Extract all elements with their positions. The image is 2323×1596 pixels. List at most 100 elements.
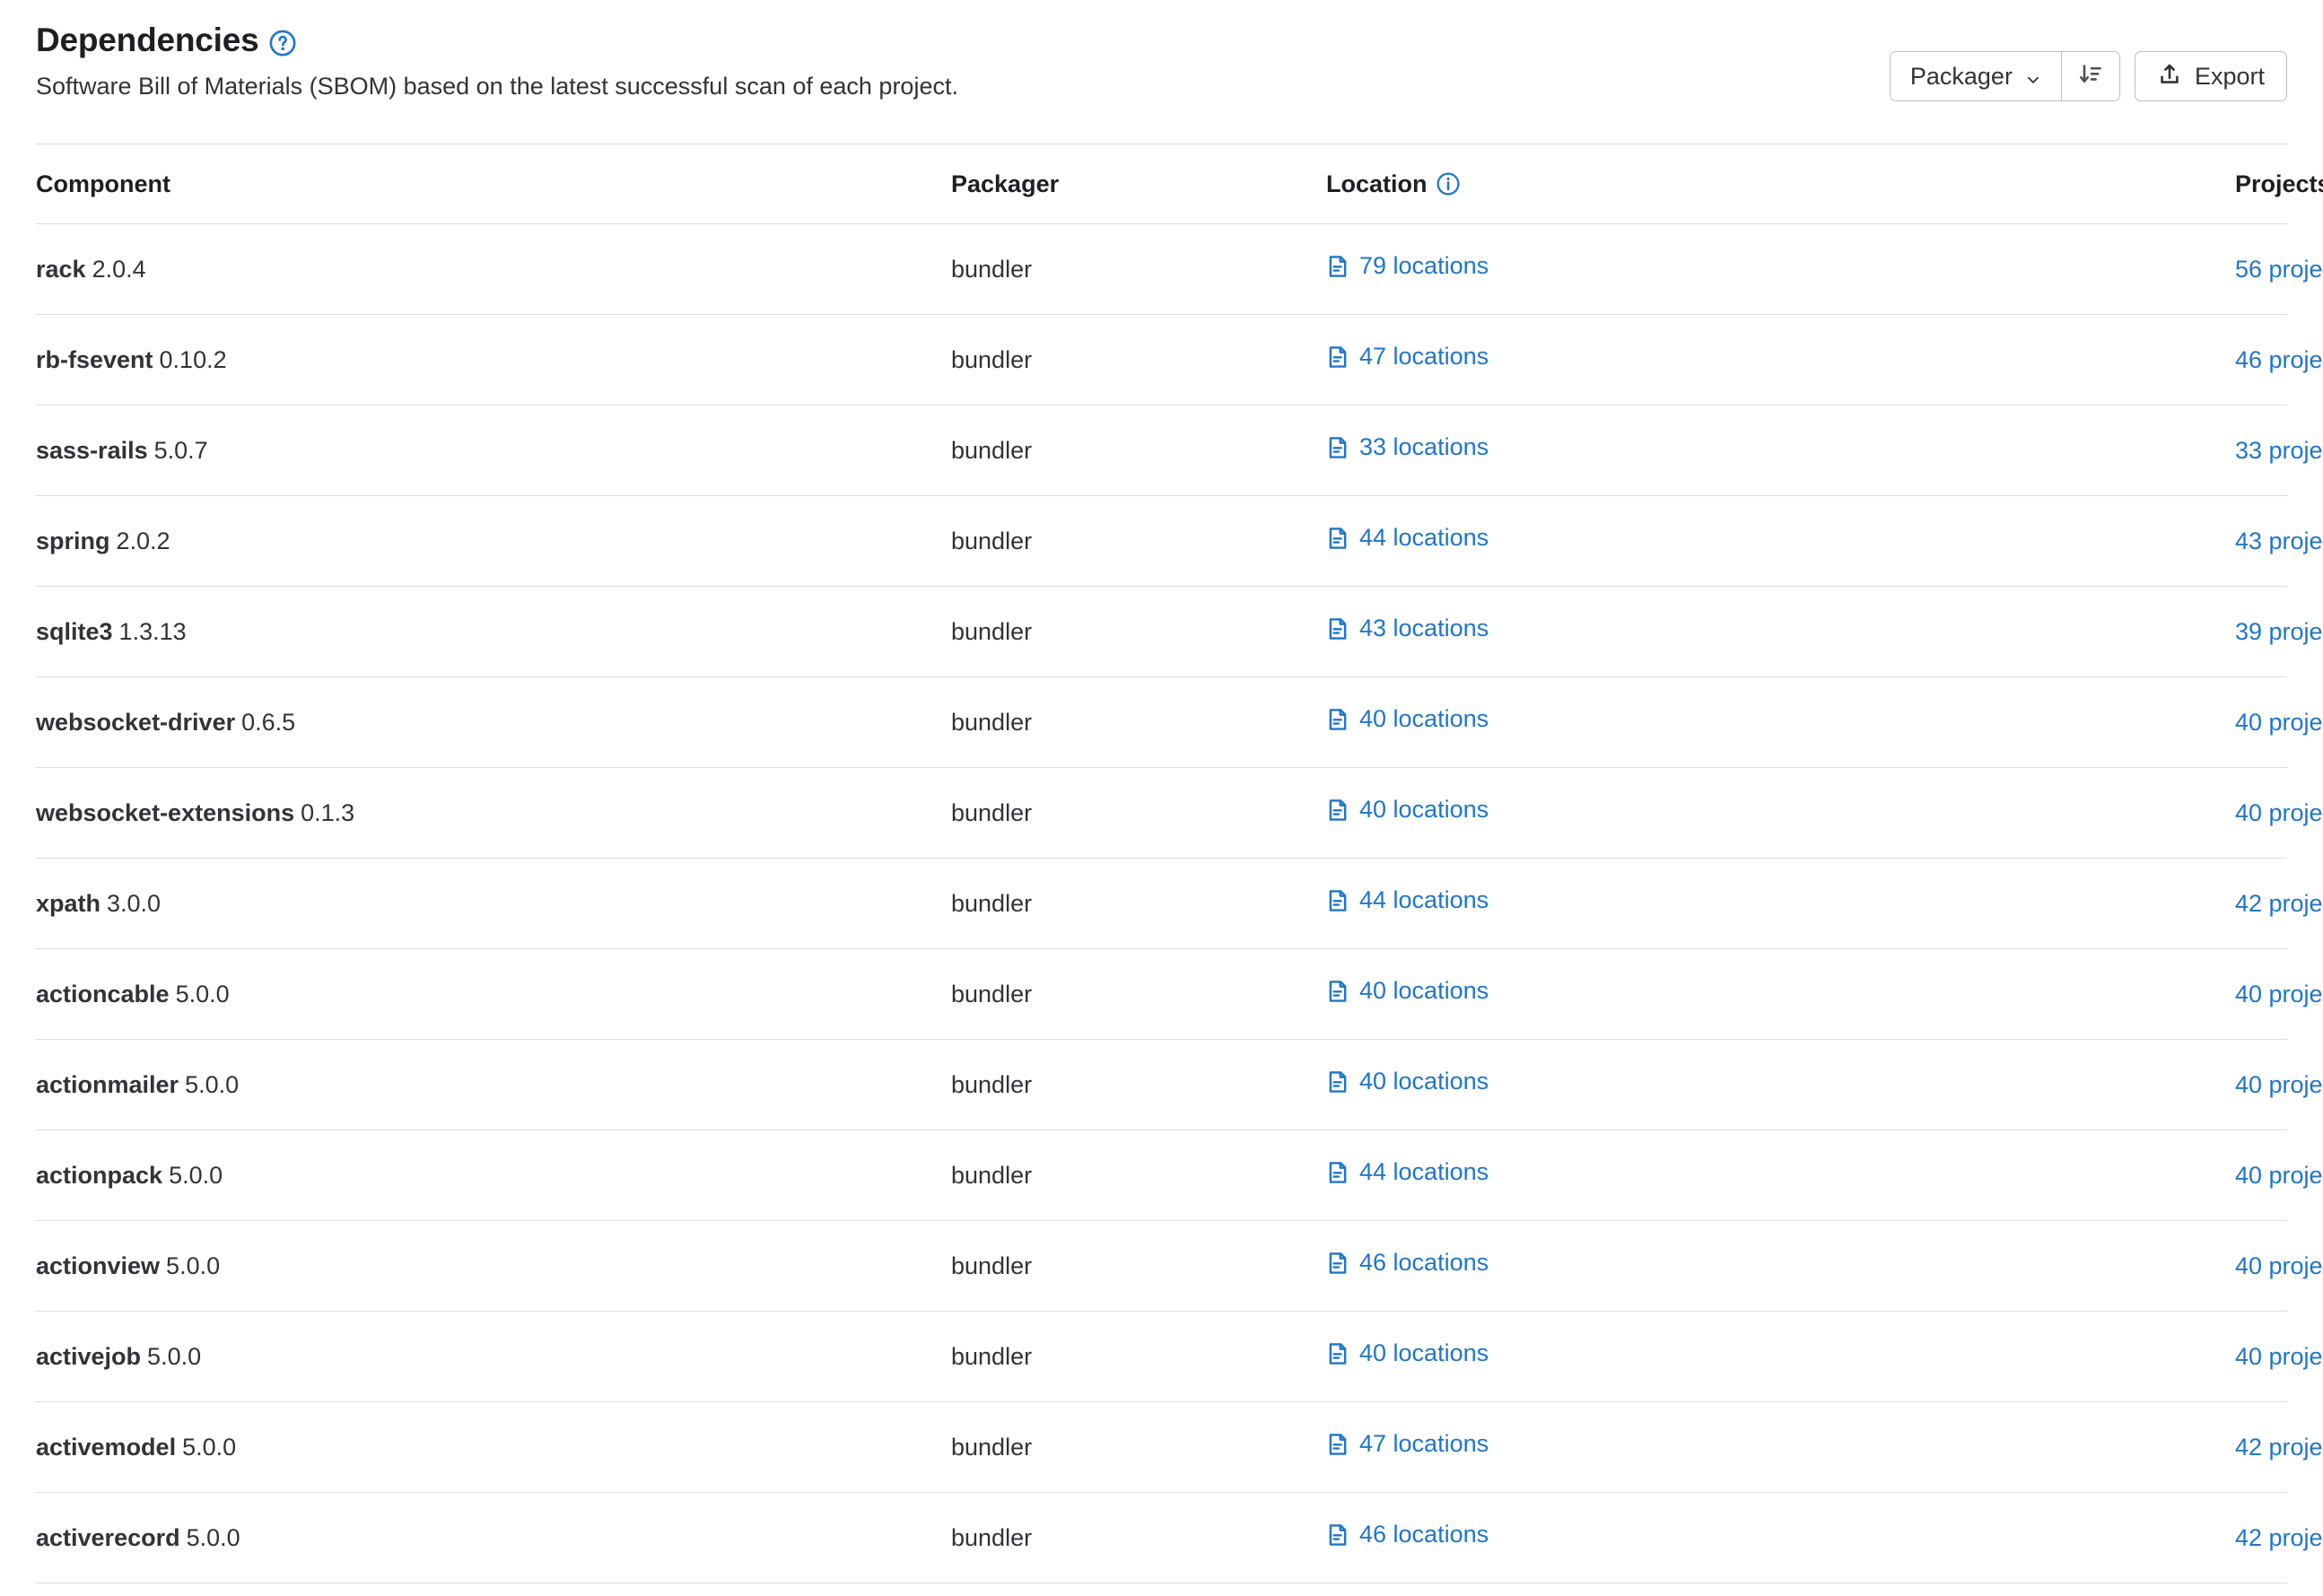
cell-location: 43 locations <box>1326 587 2235 677</box>
file-document-icon <box>1326 1250 1349 1277</box>
cell-component: actioncable5.0.0 <box>36 949 951 1040</box>
locations-link[interactable]: 44 locations <box>1326 524 1489 552</box>
locations-link[interactable]: 46 locations <box>1326 1521 1489 1548</box>
page-header: Dependencies Software Bill of Materials … <box>0 0 2323 144</box>
export-button[interactable]: Export <box>2135 51 2287 101</box>
table-body: rack2.0.4bundler79 locations56 projectsr… <box>36 224 2287 1583</box>
cell-location: 47 locations <box>1326 1402 2235 1493</box>
component-version: 5.0.0 <box>169 1162 223 1189</box>
projects-link[interactable]: 40 projects <box>2235 1071 2323 1098</box>
cell-location: 44 locations <box>1326 859 2235 949</box>
locations-link-label: 40 locations <box>1359 796 1489 824</box>
cell-component: websocket-extensions 0.1.3 <box>36 768 951 859</box>
locations-link[interactable]: 33 locations <box>1326 433 1489 461</box>
locations-link[interactable]: 40 locations <box>1326 705 1489 733</box>
cell-packager: bundler <box>951 1402 1326 1493</box>
projects-link[interactable]: 42 projects <box>2235 1524 2323 1551</box>
locations-link[interactable]: 44 locations <box>1326 886 1489 914</box>
column-header-packager-label: Packager <box>951 170 1059 198</box>
component-name: rb-fsevent <box>36 346 153 373</box>
cell-component: xpath3.0.0 <box>36 859 951 949</box>
packager-dropdown-label: Packager <box>1910 65 2013 89</box>
cell-location: 40 locations <box>1326 677 2235 768</box>
cell-packager: bundler <box>951 406 1326 496</box>
component-name: actionmailer <box>36 1071 179 1098</box>
table-row: actionmailer5.0.0bundler40 locations40 p… <box>36 1040 2287 1130</box>
sort-direction-button[interactable] <box>2061 52 2119 100</box>
locations-link[interactable]: 40 locations <box>1326 1068 1489 1095</box>
file-document-icon <box>1326 344 1349 371</box>
locations-link[interactable]: 40 locations <box>1326 977 1489 1005</box>
projects-link[interactable]: 42 projects <box>2235 1434 2323 1461</box>
component-version: 5.0.0 <box>147 1343 201 1370</box>
cell-projects: 40 projects <box>2235 1312 2287 1402</box>
locations-link[interactable]: 47 locations <box>1326 1430 1489 1458</box>
page-title-row: Dependencies <box>36 20 958 61</box>
file-document-icon <box>1326 887 1349 914</box>
column-header-projects-label: Projects <box>2235 170 2323 198</box>
upload-icon <box>2157 62 2182 92</box>
component-name: sass-rails <box>36 437 148 464</box>
packager-value: bundler <box>951 437 1032 464</box>
projects-link[interactable]: 40 projects <box>2235 709 2323 736</box>
cell-location: 79 locations <box>1326 224 2235 315</box>
toolbar: Packager <box>1890 51 2287 101</box>
component-name: actionpack <box>36 1162 162 1189</box>
title-block: Dependencies Software Bill of Materials … <box>36 20 958 101</box>
cell-projects: 40 projects <box>2235 1130 2287 1221</box>
cell-projects: 56 projects <box>2235 224 2287 315</box>
cell-packager: bundler <box>951 768 1326 859</box>
cell-component: spring2.0.2 <box>36 496 951 587</box>
packager-value: bundler <box>951 1162 1032 1189</box>
component-version: 3.0.0 <box>107 890 161 917</box>
cell-packager: bundler <box>951 1221 1326 1312</box>
component-version: 5.0.7 <box>154 437 208 464</box>
component-name: activejob <box>36 1343 141 1370</box>
projects-link[interactable]: 40 projects <box>2235 1162 2323 1189</box>
projects-link[interactable]: 40 projects <box>2235 981 2323 1007</box>
component-version: 0.1.3 <box>301 799 354 826</box>
projects-link[interactable]: 42 projects <box>2235 890 2323 917</box>
projects-link[interactable]: 40 projects <box>2235 799 2323 826</box>
projects-link[interactable]: 43 projects <box>2235 528 2323 554</box>
cell-location: 40 locations <box>1326 768 2235 859</box>
packager-dropdown-button[interactable]: Packager <box>1891 52 2061 100</box>
packager-value: bundler <box>951 528 1032 554</box>
projects-link[interactable]: 39 projects <box>2235 618 2323 645</box>
cell-component: rb-fsevent0.10.2 <box>36 315 951 406</box>
locations-link[interactable]: 40 locations <box>1326 1339 1489 1367</box>
cell-packager: bundler <box>951 1130 1326 1221</box>
projects-link[interactable]: 46 projects <box>2235 346 2323 373</box>
locations-link[interactable]: 40 locations <box>1326 796 1489 824</box>
table-row: sass-rails5.0.7bundler33 locations33 pro… <box>36 406 2287 496</box>
table-row: actionview5.0.0bundler46 locations40 pro… <box>36 1221 2287 1312</box>
packager-value: bundler <box>951 1434 1032 1461</box>
projects-link[interactable]: 40 projects <box>2235 1343 2323 1370</box>
question-circle-icon[interactable] <box>269 30 296 57</box>
locations-link[interactable]: 44 locations <box>1326 1158 1489 1186</box>
locations-link[interactable]: 79 locations <box>1326 252 1489 280</box>
locations-link[interactable]: 46 locations <box>1326 1249 1489 1277</box>
locations-link-label: 46 locations <box>1359 1521 1489 1548</box>
table-row: activerecord5.0.0bundler46 locations42 p… <box>36 1493 2287 1583</box>
projects-link[interactable]: 40 projects <box>2235 1252 2323 1279</box>
cell-packager: bundler <box>951 224 1326 315</box>
table-row: websocket-extensions 0.1.3 bundler 40 locat… <box>36 768 2287 859</box>
locations-link[interactable]: 43 locations <box>1326 615 1489 642</box>
cell-packager: bundler <box>951 949 1326 1040</box>
cell-projects: 40 projects <box>2235 949 2287 1040</box>
info-circle-icon[interactable] <box>1437 172 1460 196</box>
projects-link[interactable]: 56 projects <box>2235 256 2323 283</box>
cell-component: websocket-driver0.6.5 <box>36 677 951 768</box>
packager-value: bundler <box>951 618 1032 645</box>
projects-link[interactable]: 33 projects <box>2235 437 2323 464</box>
component-version: 5.0.0 <box>166 1252 220 1279</box>
component-version: 2.0.4 <box>92 256 146 283</box>
locations-link[interactable]: 47 locations <box>1326 343 1489 371</box>
component-name: websocket-extensions <box>36 799 294 826</box>
locations-link-label: 40 locations <box>1359 705 1489 733</box>
cell-location: 40 locations <box>1326 1040 2235 1130</box>
packager-value: bundler <box>951 346 1032 373</box>
file-document-icon <box>1326 1068 1349 1095</box>
component-version: 5.0.0 <box>182 1434 236 1461</box>
